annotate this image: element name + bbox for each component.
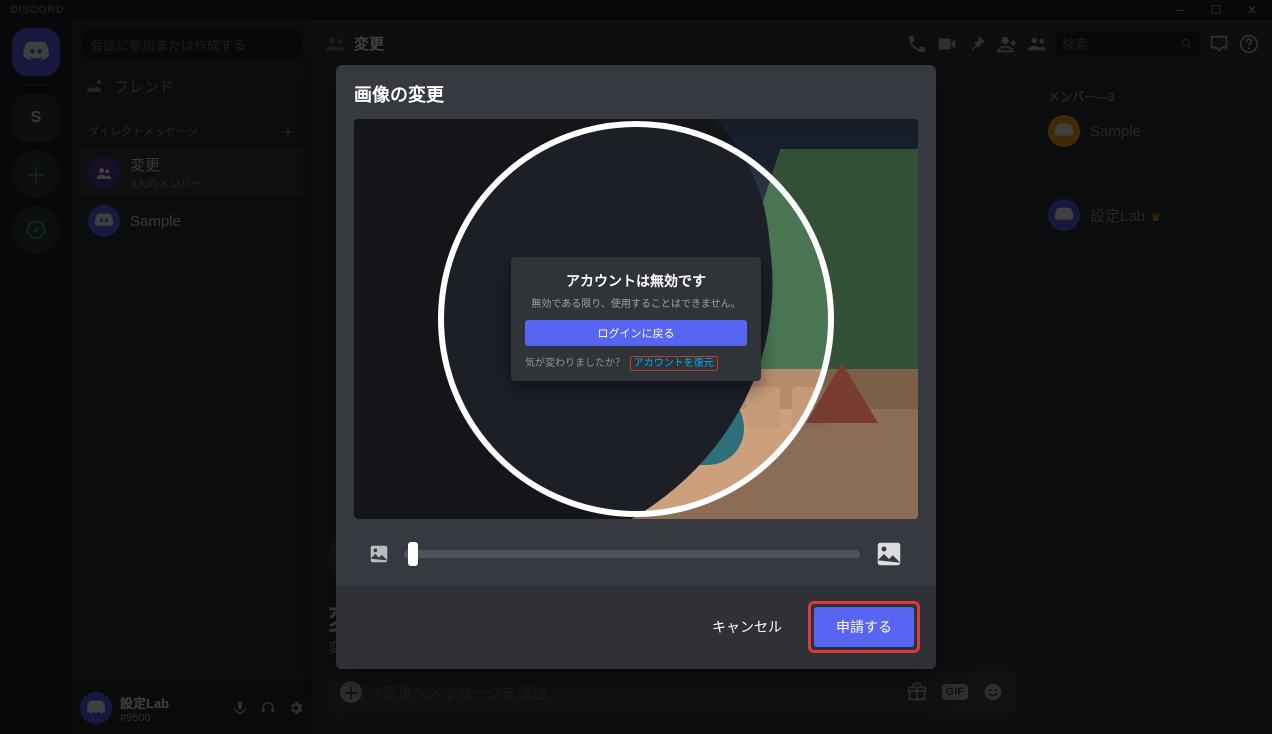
zoom-slider-track[interactable] — [404, 550, 860, 558]
apply-button-highlight: 申請する — [808, 601, 920, 653]
modal-title: 画像の変更 — [354, 81, 918, 107]
disabled-footer: 気が変わりましたか？ アカウントを復元 — [525, 354, 747, 369]
back-to-login-button[interactable]: ログインに戻る — [525, 320, 747, 346]
restore-account-link[interactable]: アカウントを復元 — [630, 356, 718, 371]
disabled-sub: 無効である限り、使用することはできません。 — [525, 295, 747, 310]
zoom-in-icon[interactable] — [874, 539, 904, 569]
apply-button[interactable]: 申請する — [814, 607, 914, 647]
disabled-title: アカウントは無効です — [525, 271, 747, 291]
changed-mind-label: 気が変わりましたか？ — [525, 358, 625, 369]
cancel-button[interactable]: キャンセル — [702, 609, 792, 645]
zoom-slider-thumb[interactable] — [408, 542, 418, 566]
zoom-out-icon[interactable] — [368, 543, 390, 565]
image-change-modal: 画像の変更 アカウントは無効です 無効である限り、使用することはできません。 ロ… — [336, 65, 936, 669]
zoom-slider-row — [336, 519, 936, 585]
image-crop-canvas[interactable]: アカウントは無効です 無効である限り、使用することはできません。 ログインに戻る… — [354, 119, 918, 519]
account-disabled-card: アカウントは無効です 無効である限り、使用することはできません。 ログインに戻る… — [511, 257, 761, 381]
